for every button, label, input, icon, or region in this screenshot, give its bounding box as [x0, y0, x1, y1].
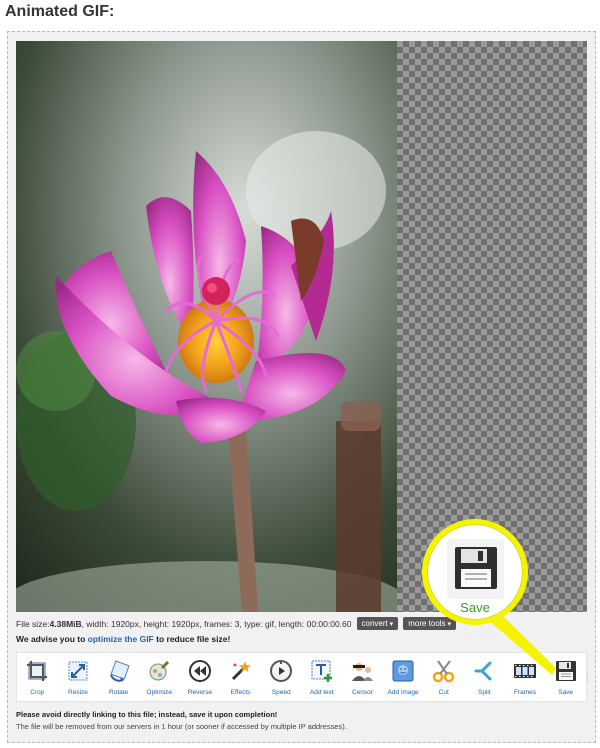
tool-add-text[interactable]: Add text — [301, 653, 342, 703]
tool-cut-label: Cut — [438, 689, 449, 696]
tool-reverse-label: Reverse — [187, 689, 212, 696]
tool-crop[interactable]: Crop — [17, 653, 58, 703]
file-details: , width: 1920px, height: 1920px, frames:… — [81, 618, 347, 629]
optimize-icon — [146, 658, 172, 684]
tool-optimize[interactable]: Optimize — [139, 653, 180, 703]
tool-resize-label: Resize — [68, 689, 88, 696]
tool-add-image-label: Add image — [387, 689, 419, 696]
optimize-advice: We advise you to optimize the GIF to red… — [16, 634, 230, 644]
save-callout: Save — [422, 519, 528, 625]
advice-text-after: to reduce file size! — [153, 634, 231, 644]
tool-add-text-label: Add text — [309, 689, 334, 696]
rotate-icon — [106, 658, 132, 684]
cut-icon — [431, 658, 457, 684]
tool-optimize-label: Optimize — [146, 689, 173, 696]
resize-icon — [65, 658, 91, 684]
tool-censor[interactable]: Censor — [342, 653, 383, 703]
reverse-icon — [187, 658, 213, 684]
tool-cut[interactable]: Cut — [423, 653, 464, 703]
tool-effects-label: Effects — [230, 689, 251, 696]
tool-speed-label: Speed — [271, 689, 291, 696]
split-icon — [471, 658, 497, 684]
tool-censor-label: Censor — [351, 689, 373, 696]
removal-notice: The file will be removed from our server… — [16, 722, 347, 731]
censor-icon — [349, 658, 375, 684]
tool-split[interactable]: Split — [464, 653, 505, 703]
tool-resize[interactable]: Resize — [58, 653, 99, 703]
frames-icon — [512, 658, 538, 684]
tool-speed[interactable]: Speed — [261, 653, 302, 703]
file-size-label: File size: — [16, 618, 50, 629]
linking-notice: Please avoid directly linking to this fi… — [16, 710, 278, 719]
optimize-link[interactable]: optimize the GIF — [88, 634, 154, 644]
add-text-icon — [309, 658, 335, 684]
tool-crop-label: Crop — [30, 689, 45, 696]
tool-frames-label: Frames — [513, 689, 537, 696]
tool-save-label: Save — [558, 689, 574, 696]
convert-dropdown[interactable]: convert — [356, 617, 399, 630]
crop-icon — [24, 658, 50, 684]
file-length-suffix: 0 — [346, 618, 352, 629]
page-heading: Animated GIF: — [5, 3, 115, 20]
tool-reverse[interactable]: Reverse — [180, 653, 221, 703]
save-callout-icon — [447, 539, 504, 599]
effects-icon — [228, 658, 254, 684]
tool-effects[interactable]: Effects — [220, 653, 261, 703]
tool-rotate-label: Rotate — [109, 689, 129, 696]
more-tools-dropdown[interactable]: more tools — [403, 617, 457, 630]
file-info: File size: 4.38MiB , width: 1920px, heig… — [16, 617, 457, 630]
tool-split-label: Split — [478, 689, 491, 696]
tools-toolbar: Crop Resize Rotate Optimize Reverse Effe… — [16, 652, 587, 702]
save-icon — [553, 658, 579, 684]
save-callout-label: Save — [460, 600, 490, 615]
tool-frames[interactable]: Frames — [505, 653, 546, 703]
advice-text-before: We advise you to — [16, 634, 88, 644]
add-image-icon — [390, 658, 416, 684]
speed-icon — [268, 658, 294, 684]
tool-rotate[interactable]: Rotate — [98, 653, 139, 703]
file-size-value: 4.38MiB — [49, 618, 82, 629]
tool-save[interactable]: Save — [545, 653, 586, 703]
tool-add-image[interactable]: Add image — [383, 653, 424, 703]
lotus-photo — [16, 41, 397, 612]
